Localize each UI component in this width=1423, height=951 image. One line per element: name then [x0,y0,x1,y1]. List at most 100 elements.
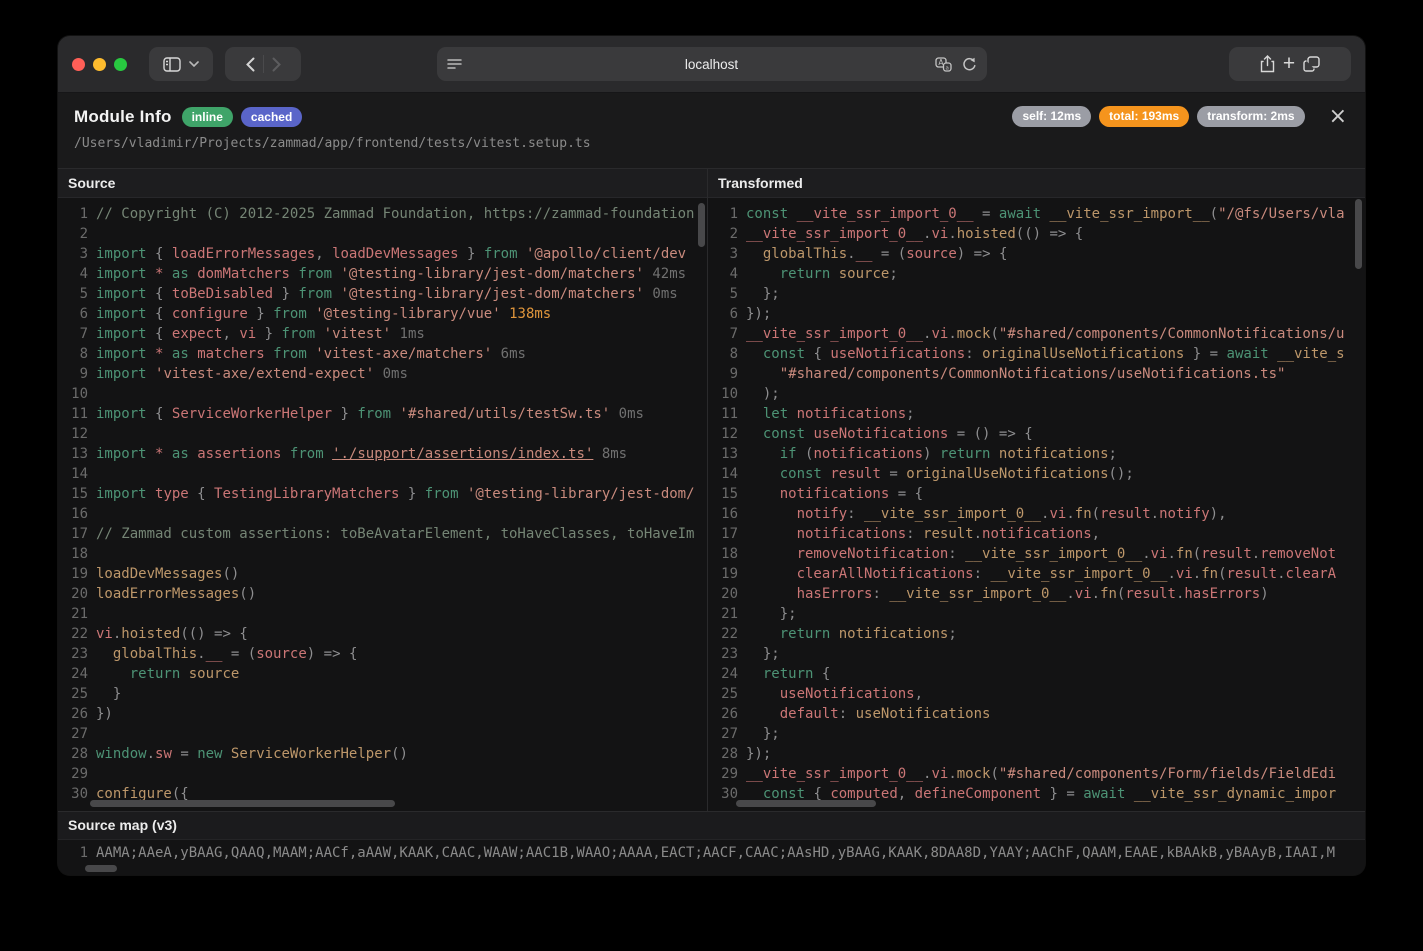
code-text: const __vite_ssr_import_0__ = await __vi… [746,204,1365,224]
line-number: 14 [708,464,738,484]
code-line: 28window.sw = new ServiceWorkerHelper() [58,744,707,764]
translate-icon[interactable]: A a [935,57,952,72]
line-number: 17 [708,524,738,544]
code-text: ); [746,384,1365,404]
module-badges: inlinecached [182,107,303,127]
sourcemap-line: 1 AAMA;AAeA,yBAAG,QAAQ,MAAM;AACf,aAAW,KA… [58,840,1365,863]
forward-button[interactable] [272,57,281,72]
code-line: 11import { ServiceWorkerHelper } from '#… [58,404,707,424]
code-line: 25 } [58,684,707,704]
url-text[interactable]: localhost [437,57,987,72]
line-number: 8 [708,344,738,364]
code-line: 16 notify: __vite_ssr_import_0__.vi.fn(r… [708,504,1365,524]
code-text: }); [746,744,1365,764]
code-line: 5import { toBeDisabled } from '@testing-… [58,284,707,304]
address-bar[interactable]: localhost A a [437,47,987,81]
line-number: 5 [708,284,738,304]
line-number: 18 [58,544,88,564]
source-code: 1// Copyright (C) 2012-2025 Zammad Found… [58,198,707,804]
back-button[interactable] [246,57,255,72]
minimize-window-button[interactable] [93,58,106,71]
code-line: 8 const { useNotifications: originalUseN… [708,344,1365,364]
code-text: }; [746,644,1365,664]
line-number: 9 [58,364,88,384]
code-text: if (notifications) return notifications; [746,444,1365,464]
code-text: import { configure } from '@testing-libr… [96,304,707,324]
code-line: 12 const useNotifications = () => { [708,424,1365,444]
code-text: "#shared/components/CommonNotifications/… [746,364,1365,384]
timing-badges: self: 12mstotal: 193mstransform: 2ms [1012,106,1304,127]
line-number: 16 [58,504,88,524]
line-number: 10 [58,384,88,404]
code-text: return source [96,664,707,684]
line-number: 30 [58,784,88,804]
code-text: window.sw = new ServiceWorkerHelper() [96,744,707,764]
sourcemap-horizontal-scrollbar[interactable] [85,865,117,872]
sidebar-icon [163,57,181,72]
code-line: 10 [58,384,707,404]
tab-overview-icon[interactable] [1303,56,1320,72]
code-text: __vite_ssr_import_0__.vi.hoisted(() => { [746,224,1365,244]
code-line: 20loadErrorMessages() [58,584,707,604]
line-number: 24 [58,664,88,684]
new-tab-button[interactable]: + [1283,53,1295,74]
code-line: 12 [58,424,707,444]
zoom-window-button[interactable] [114,58,127,71]
line-number: 12 [58,424,88,444]
close-window-button[interactable] [72,58,85,71]
chevron-down-icon [189,61,199,67]
line-number: 9 [708,364,738,384]
code-text: import { toBeDisabled } from '@testing-l… [96,284,707,304]
code-line: 1const __vite_ssr_import_0__ = await __v… [708,204,1365,224]
transformed-horizontal-scrollbar[interactable] [736,800,876,807]
line-number: 21 [708,604,738,624]
code-text: // Zammad custom assertions: toBeAvatarE… [96,524,707,544]
code-text: import { ServiceWorkerHelper } from '#sh… [96,404,707,424]
line-number: 20 [708,584,738,604]
line-number: 19 [708,564,738,584]
code-text: const useNotifications = () => { [746,424,1365,444]
line-number: 6 [58,304,88,324]
code-line: 1// Copyright (C) 2012-2025 Zammad Found… [58,204,707,224]
code-line: 4import * as domMatchers from '@testing-… [58,264,707,284]
code-line: 20 hasErrors: __vite_ssr_import_0__.vi.f… [708,584,1365,604]
code-text [96,764,707,784]
line-number: 22 [708,624,738,644]
transformed-pane: Transformed 1const __vite_ssr_import_0__… [708,169,1365,811]
code-text: notifications: result.notifications, [746,524,1365,544]
line-number: 28 [708,744,738,764]
close-panel-button[interactable]: × [1327,107,1349,127]
code-line: 17 // Zammad custom assertions: toBeAvata… [58,524,707,544]
code-text: globalThis.__ = (source) => { [746,244,1365,264]
code-text: removeNotification: __vite_ssr_import_0_… [746,544,1365,564]
line-number: 18 [708,544,738,564]
code-line: 6 import { configure } from '@testing-lib… [58,304,707,324]
sourcemap-mappings: AAMA;AAeA,yBAAG,QAAQ,MAAM;AACf,aAAW,KAAK… [96,843,1365,863]
code-text: import { loadErrorMessages, loadDevMessa… [96,244,707,264]
code-line: 23 }; [708,644,1365,664]
source-vertical-scrollbar[interactable] [698,203,705,247]
line-number: 11 [708,404,738,424]
page-title: Module Info [74,107,172,127]
code-text: notify: __vite_ssr_import_0__.vi.fn(resu… [746,504,1365,524]
line-number: 27 [58,724,88,744]
line-number: 13 [708,444,738,464]
navigation-buttons [225,47,301,81]
line-number: 17 [58,524,88,544]
source-horizontal-scrollbar[interactable] [90,800,395,807]
timing-pill: transform: 2ms [1197,106,1304,127]
transformed-vertical-scrollbar[interactable] [1355,199,1362,269]
line-number: 29 [708,764,738,784]
line-number: 29 [58,764,88,784]
code-line: 17 notifications: result.notifications, [708,524,1365,544]
code-text: }; [746,284,1365,304]
reload-icon[interactable] [962,57,977,72]
code-text: const result = originalUseNotifications(… [746,464,1365,484]
share-icon[interactable] [1260,55,1275,73]
code-text: let notifications; [746,404,1365,424]
code-line: 27 [58,724,707,744]
sidebar-toggle-button[interactable] [149,47,213,81]
code-line: 2__vite_ssr_import_0__.vi.hoisted(() => … [708,224,1365,244]
code-line: 14 [58,464,707,484]
code-text: useNotifications, [746,684,1365,704]
